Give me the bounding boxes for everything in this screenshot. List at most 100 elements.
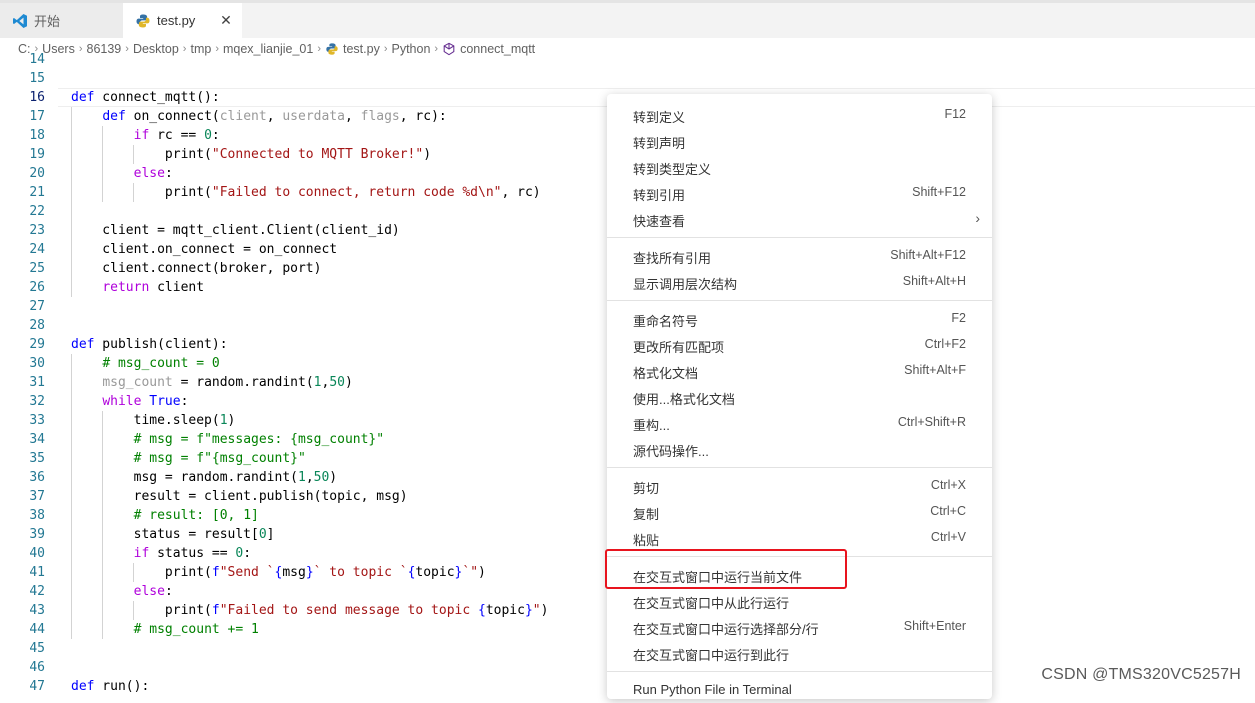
chevron-right-icon: › [975, 210, 980, 226]
line-number: 21 [29, 185, 45, 200]
code-text: def publish(client): [71, 337, 228, 352]
menu-item[interactable]: 源代码操作... [607, 436, 992, 462]
code-text: client.connect(broker, port) [71, 261, 322, 276]
menu-item[interactable]: 在交互式窗口中从此行运行 [607, 588, 992, 614]
code-text: def connect_mqtt(): [71, 90, 220, 105]
code-text: client.on_connect = on_connect [71, 242, 338, 257]
code-line[interactable]: 15 [0, 69, 1255, 88]
context-menu: 转到定义 F12 转到声明转到类型定义转到引用 Shift+F12 快速查看 › 查找所有引… [607, 94, 992, 699]
menu-separator [607, 467, 992, 468]
menu-item[interactable]: 在交互式窗口中运行选择部分/行 Shift+Enter [607, 614, 992, 640]
line-number: 15 [29, 71, 45, 86]
menu-item-shortcut: Ctrl+V [930, 530, 966, 544]
code-text: msg = random.randint(1,50) [71, 470, 338, 485]
menu-item[interactable]: 使用...格式化文档 [607, 384, 992, 410]
vscode-logo-icon [12, 13, 28, 29]
menu-item-label: 显示调用层次结构 [633, 277, 738, 292]
menu-item-label: 快速查看 [633, 214, 686, 229]
menu-item-label: 转到定义 [633, 110, 686, 125]
highlight-box [605, 549, 847, 589]
code-text: if rc == 0: [133, 128, 220, 143]
code-text: result = client.publish(topic, msg) [71, 489, 408, 504]
close-icon[interactable]: ✕ [218, 12, 234, 29]
code-text: # msg = f"messages: {msg_count}" [133, 432, 385, 447]
code-text: status = result[0] [71, 527, 275, 542]
menu-item-label: 重构... [633, 418, 670, 433]
menu-item[interactable]: Run Python File in Terminal [607, 677, 992, 703]
menu-item-label: 剪切 [633, 481, 660, 496]
line-number: 34 [29, 432, 45, 447]
menu-item-shortcut: Shift+Alt+F [904, 363, 966, 377]
menu-item-shortcut: Ctrl+C [930, 504, 966, 518]
line-number: 44 [29, 622, 45, 637]
code-text: # msg_count = 0 [102, 356, 220, 371]
menu-separator [607, 671, 992, 672]
menu-item-shortcut: Shift+Enter [903, 619, 966, 633]
menu-item-label: 转到引用 [633, 188, 686, 203]
line-number: 20 [29, 166, 45, 181]
menu-item-label: 在交互式窗口中运行到此行 [633, 648, 790, 663]
menu-item[interactable]: 更改所有匹配项 Ctrl+F2 [607, 332, 992, 358]
menu-item[interactable]: 重命名符号 F2 [607, 306, 992, 332]
watermark: CSDN @TMS320VC5257H [1041, 666, 1241, 683]
tab-label: 开始 [34, 14, 61, 29]
tab-welcome[interactable]: 开始 [0, 3, 124, 38]
code-text: # msg = f"{msg_count}" [133, 451, 306, 466]
python-file-icon [135, 13, 151, 29]
menu-item-label: 使用...格式化文档 [633, 392, 735, 407]
code-text: while True: [102, 394, 189, 409]
line-number: 28 [29, 318, 45, 333]
menu-item-shortcut: Shift+F12 [912, 185, 966, 199]
code-text: # msg_count += 1 [133, 622, 259, 637]
menu-item-shortcut: Shift+Alt+F12 [890, 248, 966, 262]
code-line[interactable]: 14 [0, 50, 1255, 69]
menu-item[interactable]: 转到类型定义 [607, 154, 992, 180]
tab-label: test.py [157, 13, 196, 28]
code-text: else: [133, 584, 173, 599]
line-number: 39 [29, 527, 45, 542]
tab-test-py[interactable]: test.py ✕ [123, 3, 242, 38]
menu-item-label: 源代码操作... [633, 444, 709, 459]
menu-item[interactable]: 转到声明 [607, 128, 992, 154]
menu-item[interactable]: 快速查看 › [607, 206, 992, 232]
menu-item-label: 转到声明 [633, 136, 686, 151]
line-number: 31 [29, 375, 45, 390]
line-number: 24 [29, 242, 45, 257]
menu-item[interactable]: 显示调用层次结构 Shift+Alt+H [607, 269, 992, 295]
line-number: 26 [29, 280, 45, 295]
line-number: 37 [29, 489, 45, 504]
menu-item[interactable]: 转到定义 F12 [607, 102, 992, 128]
menu-item-label: 在交互式窗口中从此行运行 [633, 596, 790, 611]
line-number: 42 [29, 584, 45, 599]
menu-item[interactable]: 查找所有引用 Shift+Alt+F12 [607, 243, 992, 269]
code-text: if status == 0: [133, 546, 252, 561]
menu-item[interactable]: 转到引用 Shift+F12 [607, 180, 992, 206]
menu-item-label: 粘贴 [633, 533, 660, 548]
menu-item[interactable]: 格式化文档 Shift+Alt+F [607, 358, 992, 384]
line-number: 40 [29, 546, 45, 561]
menu-item[interactable]: 在交互式窗口中运行到此行 [607, 640, 992, 666]
line-number: 41 [29, 565, 45, 580]
code-text: time.sleep(1) [71, 413, 236, 428]
line-number: 17 [29, 109, 45, 124]
menu-item[interactable]: 剪切 Ctrl+X [607, 473, 992, 499]
line-number: 23 [29, 223, 45, 238]
menu-item-label: Run Python File in Terminal [633, 682, 792, 697]
line-number: 43 [29, 603, 45, 618]
line-number: 18 [29, 128, 45, 143]
line-number: 27 [29, 299, 45, 314]
menu-item-shortcut: Shift+Alt+H [902, 274, 966, 288]
line-number: 22 [29, 204, 45, 219]
code-text: else: [133, 166, 173, 181]
code-text: print("Connected to MQTT Broker!") [71, 147, 432, 162]
line-number: 47 [29, 679, 45, 694]
code-text: client = mqtt_client.Client(client_id) [71, 223, 400, 238]
line-number: 19 [29, 147, 45, 162]
menu-item-label: 格式化文档 [633, 366, 699, 381]
menu-item[interactable]: 复制 Ctrl+C [607, 499, 992, 525]
line-number: 29 [29, 337, 45, 352]
menu-item[interactable]: 粘贴 Ctrl+V [607, 525, 992, 551]
tab-bar: 开始 test.py ✕ [0, 3, 1255, 38]
line-number: 35 [29, 451, 45, 466]
menu-item[interactable]: 重构... Ctrl+Shift+R [607, 410, 992, 436]
